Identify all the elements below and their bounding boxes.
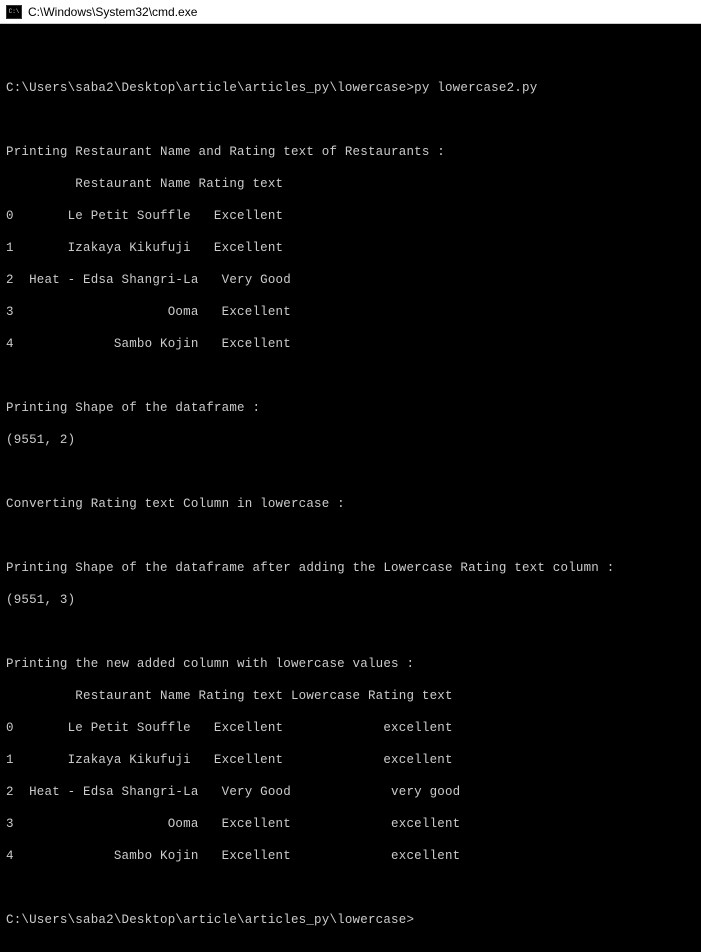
column-header: Restaurant Name Rating text Lowercase Ra… [6, 688, 695, 704]
table-row: 0 Le Petit Souffle Excellent excellent [6, 720, 695, 736]
blank-line [6, 624, 695, 640]
prompt-line: C:\Users\saba2\Desktop\article\articles_… [6, 912, 695, 928]
prompt-path: C:\Users\saba2\Desktop\article\articles_… [6, 81, 414, 95]
column-header: Restaurant Name Rating text [6, 176, 695, 192]
table-row: 4 Sambo Kojin Excellent excellent [6, 848, 695, 864]
blank-line [6, 112, 695, 128]
section-header: Printing Shape of the dataframe : [6, 400, 695, 416]
blank-line [6, 464, 695, 480]
table-row: 2 Heat - Edsa Shangri-La Very Good very … [6, 784, 695, 800]
prompt-line: C:\Users\saba2\Desktop\article\articles_… [6, 80, 695, 96]
section-header: Printing the new added column with lower… [6, 656, 695, 672]
section-header: Converting Rating text Column in lowerca… [6, 496, 695, 512]
table-row: 0 Le Petit Souffle Excellent [6, 208, 695, 224]
table-row: 1 Izakaya Kikufuji Excellent [6, 240, 695, 256]
table-row: 3 Ooma Excellent [6, 304, 695, 320]
blank-line [6, 880, 695, 896]
section-header: Printing Restaurant Name and Rating text… [6, 144, 695, 160]
section-header: Printing Shape of the dataframe after ad… [6, 560, 695, 576]
blank-line [6, 528, 695, 544]
window-titlebar[interactable]: C:\Windows\System32\cmd.exe [0, 0, 701, 24]
table-row: 3 Ooma Excellent excellent [6, 816, 695, 832]
table-row: 1 Izakaya Kikufuji Excellent excellent [6, 752, 695, 768]
blank-line [6, 48, 695, 64]
shape-value: (9551, 2) [6, 432, 695, 448]
prompt-command: py lowercase2.py [414, 81, 537, 95]
table-row: 4 Sambo Kojin Excellent [6, 336, 695, 352]
window-title: C:\Windows\System32\cmd.exe [28, 5, 197, 19]
table-row: 2 Heat - Edsa Shangri-La Very Good [6, 272, 695, 288]
shape-value: (9551, 3) [6, 592, 695, 608]
blank-line [6, 368, 695, 384]
terminal-output[interactable]: C:\Users\saba2\Desktop\article\articles_… [0, 24, 701, 952]
prompt-path: C:\Users\saba2\Desktop\article\articles_… [6, 913, 414, 927]
cmd-icon [6, 5, 22, 19]
